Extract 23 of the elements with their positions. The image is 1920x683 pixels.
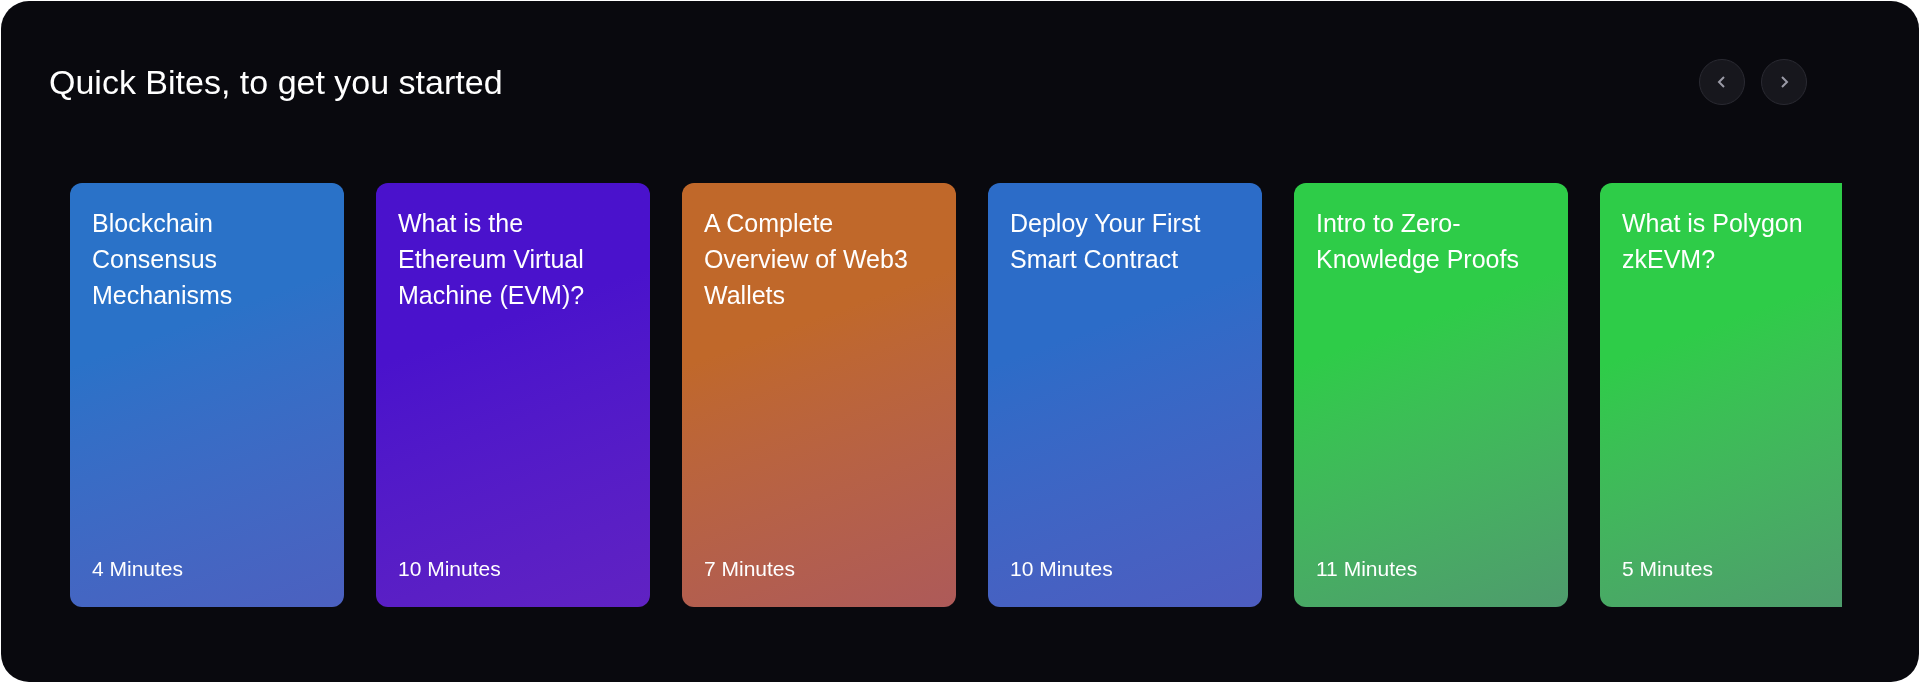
card-title: Deploy Your First Smart Contract: [1010, 208, 1202, 275]
card-title: Blockchain Consensus Mechanisms: [92, 208, 234, 311]
card-duration: 5 Minutes: [1622, 556, 1715, 582]
card-title: A Complete Overview of Web3 Wallets: [704, 208, 909, 311]
course-card[interactable]: Deploy Your First Smart Contract 10 Minutes: [988, 183, 1262, 607]
card-title: What is Polygon zkEVM?: [1622, 208, 1804, 275]
card-duration: 11 Minutes: [1316, 556, 1419, 582]
previous-button[interactable]: [1699, 59, 1745, 105]
chevron-left-icon: [1717, 75, 1727, 89]
card-title: Intro to Zero-Knowledge Proofs: [1316, 208, 1520, 275]
course-card[interactable]: What is the Ethereum Virtual Machine (EVM)? 10 Minutes: [376, 183, 650, 607]
card-duration: 10 Minutes: [1010, 556, 1114, 582]
course-card[interactable]: Blockchain Consensus Mechanisms 4 Minutes: [70, 183, 344, 607]
section-title: Quick Bites, to get you started: [49, 62, 503, 103]
card-duration: 10 Minutes: [398, 556, 502, 582]
card-title: What is the Ethereum Virtual Machine (EVM)?: [398, 208, 586, 311]
chevron-right-icon: [1779, 75, 1789, 89]
course-card[interactable]: Intro to Zero-Knowledge Proofs 11 Minutes: [1294, 183, 1568, 607]
course-card[interactable]: What is Polygon zkEVM? 5 Minutes: [1600, 183, 1842, 607]
card-duration: 7 Minutes: [704, 556, 797, 582]
course-card[interactable]: A Complete Overview of Web3 Wallets 7 Minutes: [682, 183, 956, 607]
card-duration: 4 Minutes: [92, 556, 185, 582]
next-button[interactable]: [1761, 59, 1807, 105]
